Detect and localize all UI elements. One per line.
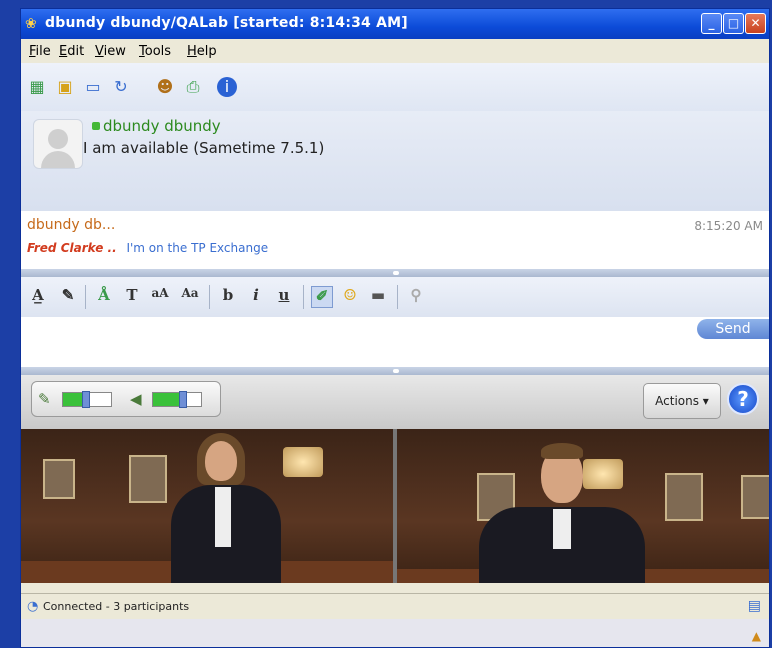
video-feed-left bbox=[21, 429, 393, 583]
main-toolbar: ▦ ▣ ▭ ↻ ☻ ⎙ i bbox=[21, 63, 769, 111]
tray-icon[interactable]: ▲ bbox=[752, 629, 761, 643]
print-icon[interactable]: ⎙ bbox=[183, 77, 203, 97]
refresh-icon[interactable]: ↻ bbox=[111, 77, 131, 97]
chat-window: ❀ dbundy dbundy/QALab [started: 8:14:34 … bbox=[20, 8, 770, 648]
divider-line-icon[interactable]: ▬ bbox=[367, 286, 389, 308]
online-status-icon bbox=[92, 122, 100, 130]
send-button[interactable]: Send bbox=[697, 319, 769, 339]
volume-controls: ✎ ◀ bbox=[31, 381, 221, 417]
help-button[interactable]: ? bbox=[727, 383, 759, 415]
actions-button[interactable]: Actions ▾ bbox=[643, 383, 721, 419]
maximize-button[interactable]: □ bbox=[723, 13, 744, 34]
video-feed-right bbox=[397, 429, 769, 583]
people-icon[interactable]: ☻ bbox=[155, 77, 175, 97]
gift-icon[interactable]: ▣ bbox=[55, 77, 75, 97]
italic-button[interactable]: i bbox=[245, 286, 267, 308]
text-style-icon[interactable]: T bbox=[121, 286, 143, 308]
menu-tools[interactable]: Tools bbox=[139, 44, 171, 59]
underline-button[interactable]: u bbox=[273, 286, 295, 308]
draw-icon[interactable]: ✐ bbox=[311, 286, 333, 308]
audio-video-bar: ✎ ◀ Actions ▾ ? bbox=[21, 375, 769, 429]
info-icon[interactable]: i bbox=[217, 77, 237, 97]
chat-transcript[interactable]: dbundy db... 8:15:20 AM Fred Clarke .. I… bbox=[21, 211, 769, 269]
profile-name: dbundy dbundy bbox=[103, 117, 221, 135]
transcript-message: Fred Clarke .. I'm on the TP Exchange bbox=[27, 241, 268, 255]
emoticon-icon[interactable]: ☺ bbox=[339, 286, 361, 308]
status-bar: ◔ Connected - 3 participants ▤ bbox=[21, 593, 769, 620]
font-icon[interactable]: Å bbox=[93, 286, 115, 308]
microphone-icon[interactable]: ✎ bbox=[38, 390, 51, 408]
menu-view[interactable]: View bbox=[95, 44, 126, 59]
message-text: I'm on the TP Exchange bbox=[126, 241, 269, 255]
screen-share-icon[interactable]: ▭ bbox=[83, 77, 103, 97]
format-toolbar: A̲ ✎ Å T aA Aa b i u ✐ ☺ ▬ ⚲ bbox=[21, 277, 769, 317]
highlight-icon[interactable]: ✎ bbox=[57, 286, 79, 308]
menu-file[interactable]: File bbox=[29, 44, 51, 59]
font-size-down-icon[interactable]: Aa bbox=[179, 286, 201, 308]
menu-edit[interactable]: Edit bbox=[59, 44, 84, 59]
speaker-icon[interactable]: ◀ bbox=[130, 390, 142, 408]
bottom-strip: ▲ bbox=[21, 619, 769, 647]
window-title: dbundy dbundy/QALab [started: 8:14:34 AM… bbox=[45, 15, 408, 31]
transcript-sender: dbundy db... bbox=[27, 217, 116, 233]
network-icon[interactable]: ▤ bbox=[748, 598, 761, 614]
app-icon: ❀ bbox=[25, 16, 37, 32]
font-size-up-icon[interactable]: aA bbox=[149, 286, 171, 308]
font-color-icon[interactable]: A̲ bbox=[27, 286, 49, 308]
close-button[interactable]: ✕ bbox=[745, 13, 766, 34]
transcript-time: 8:15:20 AM bbox=[694, 219, 763, 233]
message-from: Fred Clarke .. bbox=[27, 241, 117, 255]
profile-status: I am available (Sametime 7.5.1) bbox=[83, 139, 325, 157]
speaker-level-slider[interactable] bbox=[152, 391, 202, 408]
menu-bar: File Edit View Tools Help bbox=[21, 39, 769, 63]
splitter-top[interactable] bbox=[21, 269, 769, 277]
profile-panel: dbundy dbundy I am available (Sametime 7… bbox=[21, 111, 769, 211]
connection-icon: ◔ bbox=[27, 599, 39, 614]
message-input[interactable]: Send bbox=[21, 317, 769, 367]
title-bar[interactable]: ❀ dbundy dbundy/QALab [started: 8:14:34 … bbox=[21, 9, 769, 39]
mic-level-slider[interactable] bbox=[62, 391, 112, 408]
status-text: Connected - 3 participants bbox=[43, 600, 190, 613]
menu-help[interactable]: Help bbox=[187, 44, 217, 59]
link-icon[interactable]: ⚲ bbox=[405, 286, 427, 308]
contacts-icon[interactable]: ▦ bbox=[27, 77, 47, 97]
bold-button[interactable]: b bbox=[217, 286, 239, 308]
splitter-bottom[interactable] bbox=[21, 367, 769, 375]
minimize-button[interactable]: _ bbox=[701, 13, 722, 34]
avatar bbox=[33, 119, 83, 169]
